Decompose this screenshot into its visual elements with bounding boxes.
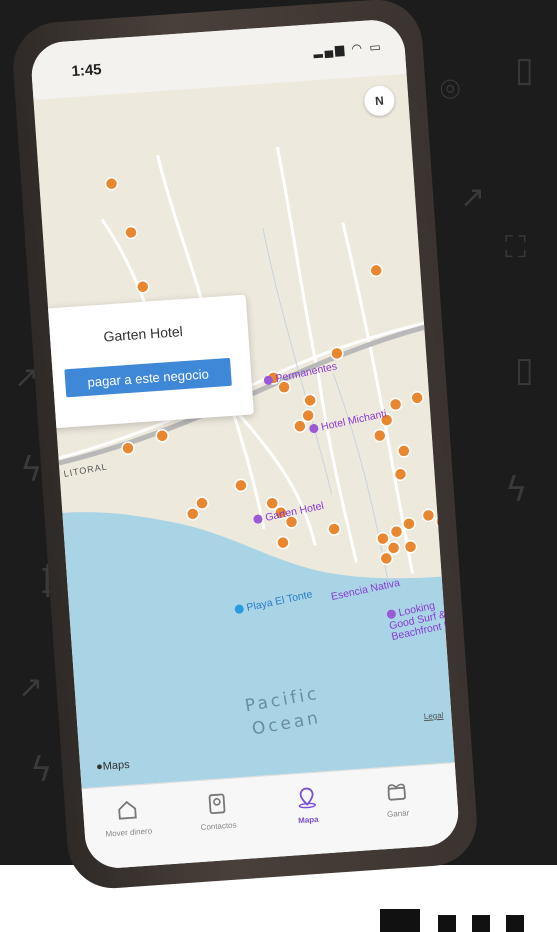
phone-mockup: LITORAL Permanentes Hotel Michanti Garte… <box>10 0 480 892</box>
phone-outline-icon: ▯ <box>515 350 534 390</box>
status-icons: ▂▄▆ ◠ ▭ <box>313 39 383 58</box>
legal-link[interactable]: Legal <box>424 711 444 721</box>
business-popup: Garten Hotel pagar a este negocio <box>36 294 254 429</box>
lightning-icon: ϟ <box>505 470 528 510</box>
tab-mapa[interactable]: Mapa <box>266 783 349 827</box>
tab-mover-dinero[interactable]: Mover dinero <box>87 795 170 839</box>
scan-icon: ⛶ <box>505 230 526 265</box>
signal-icon: ▂▄▆ <box>312 41 347 59</box>
hotel-icon <box>263 374 274 386</box>
tab-contactos[interactable]: Contactos <box>176 789 259 833</box>
phone-screen: LITORAL Permanentes Hotel Michanti Garte… <box>29 17 461 871</box>
trend-arrow-icon: ↗ <box>18 670 44 705</box>
hotel-icon <box>308 423 320 434</box>
hotel-icon <box>252 513 264 525</box>
wifi-icon: ◠ <box>351 40 365 56</box>
battery-icon: ▭ <box>368 39 384 55</box>
map-pin-icon <box>298 787 317 809</box>
tab-ganar[interactable]: Ganar <box>356 777 439 821</box>
maps-brand: ●Maps <box>95 758 131 774</box>
map-canvas <box>29 17 461 871</box>
pay-business-button[interactable]: pagar a este negocio <box>64 357 232 398</box>
brand-logo <box>380 905 530 932</box>
gift-icon <box>387 783 406 801</box>
contacts-icon <box>208 793 226 815</box>
lightning-icon: ϟ <box>30 750 53 790</box>
home-icon <box>118 800 137 820</box>
status-time: 1:45 <box>71 61 103 81</box>
location-pin-icon: ⌾ <box>440 70 461 110</box>
lightning-icon: ϟ <box>20 450 43 490</box>
beach-icon <box>233 603 245 615</box>
map-view[interactable]: LITORAL Permanentes Hotel Michanti Garte… <box>29 17 461 871</box>
phone-outline-icon: ▯ <box>515 50 534 90</box>
trend-arrow-icon: ↗ <box>460 180 486 215</box>
popup-title: Garten Hotel <box>102 323 184 345</box>
